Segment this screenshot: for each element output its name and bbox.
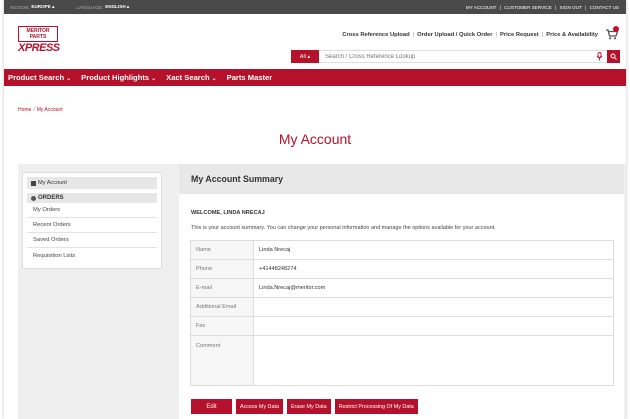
row-value <box>253 335 614 386</box>
breadcrumb-my-account[interactable]: My Account <box>37 107 63 113</box>
separator: / <box>33 107 35 113</box>
chevron-down-icon: ⌄ <box>66 76 72 82</box>
cross-reference-upload-link[interactable]: Cross Reference Upload <box>342 32 409 38</box>
account-links: MY ACCOUNT | CUSTOMER SERVICE | SIGN OUT… <box>465 5 620 10</box>
search-input[interactable] <box>319 50 591 63</box>
logo-top-text: MERITOR PARTS <box>18 26 58 42</box>
xpress-logo[interactable]: MERITOR PARTS XPRESS <box>18 26 60 56</box>
table-row: Phone +41448248274 <box>190 259 614 279</box>
summary-description: This is your account summary. You can ch… <box>191 225 496 231</box>
row-label: Additional Email <box>190 297 254 317</box>
account-summary-panel: My Account Summary WELCOME, LINDA NRECAJ… <box>179 164 624 419</box>
welcome-message: WELCOME, LINDA NRECAJ <box>191 210 265 216</box>
table-row: Additional Email <box>190 297 614 317</box>
access-my-data-button[interactable]: Access My Data <box>236 399 283 414</box>
customer-service-link[interactable]: CUSTOMER SERVICE <box>504 5 552 10</box>
table-row: Fax <box>190 316 614 336</box>
contact-us-link[interactable]: CONTACT US <box>590 5 619 10</box>
edit-button[interactable]: Edit <box>191 399 232 414</box>
search-button[interactable] <box>607 50 620 63</box>
separator: | <box>412 32 415 38</box>
table-row: E-mail Linda.Nrecaj@meritor.com <box>190 278 614 298</box>
chevron-down-icon: ⌄ <box>211 76 217 82</box>
language-selector[interactable]: ENGLISH ▴ <box>105 4 129 10</box>
account-sidebar: My Account ORDERS My Orders Recent Order… <box>22 172 162 269</box>
breadcrumb-home[interactable]: Home <box>18 107 31 113</box>
search-icon <box>610 53 617 60</box>
sidebar-item-saved-orders[interactable]: Saved Orders <box>27 233 157 248</box>
region-label: REGION: <box>10 4 30 10</box>
row-label: Fax <box>190 316 254 336</box>
account-actions: Edit Access My Data Erase My Data Restri… <box>191 399 422 414</box>
minus-circle-icon <box>31 195 36 201</box>
page-title: My Account <box>278 131 352 147</box>
price-availability-link[interactable]: Price & Availability <box>546 32 598 38</box>
price-request-link[interactable]: Price Request <box>500 32 539 38</box>
table-row: Name Linda Nrecaj <box>190 240 614 260</box>
chevron-down-icon: ⌄ <box>151 76 157 82</box>
row-value: Linda Nrecaj <box>253 240 614 260</box>
nav-parts-master[interactable]: Parts Master <box>227 73 273 82</box>
row-label: Name <box>190 240 254 260</box>
sidebar-item-recent-orders[interactable]: Recent Orders <box>27 218 157 233</box>
sidebar-header[interactable]: My Account <box>27 177 157 189</box>
panel-title: My Account Summary <box>179 164 624 194</box>
order-upload-link[interactable]: Order Upload / Quick Order <box>417 32 492 38</box>
my-account-link[interactable]: MY ACCOUNT <box>466 5 497 10</box>
row-value: Linda.Nrecaj@meritor.com <box>253 278 614 298</box>
breadcrumb: Home / My Account <box>18 107 63 113</box>
sidebar-section-orders[interactable]: ORDERS <box>27 193 157 203</box>
separator: | <box>541 32 544 38</box>
menu-square-icon <box>31 180 36 186</box>
separator: | <box>585 4 587 10</box>
row-label: Phone <box>190 259 254 279</box>
row-value <box>253 316 614 336</box>
separator: | <box>499 4 501 10</box>
row-label: E-mail <box>190 278 254 298</box>
erase-my-data-button[interactable]: Erase My Data <box>286 399 331 414</box>
search-scope-dropdown[interactable]: All ▴ <box>291 50 319 63</box>
sign-out-link[interactable]: SIGN OUT <box>560 5 582 10</box>
sidebar-item-requisition-lists[interactable]: Requisition Lists <box>27 248 157 263</box>
nav-product-search[interactable]: Product Search ⌄ <box>8 73 71 82</box>
language-label: LANGUAGE: <box>76 4 104 10</box>
microphone-icon[interactable] <box>591 50 607 63</box>
logo-main-text: XPRESS <box>18 42 60 54</box>
row-value: +41448248274 <box>253 259 614 279</box>
browser-page: REGION: EUROPE ▴ LANGUAGE: ENGLISH ▴ MY … <box>4 0 626 419</box>
account-details-table: Name Linda Nrecaj Phone +41448248274 E-mai… <box>190 240 614 386</box>
restrict-processing-button[interactable]: Restrict Processing Of My Data <box>334 399 418 414</box>
main-navigation: Product Search ⌄ Product Highlights ⌄ Xact… <box>4 69 626 86</box>
search-bar: All ▴ <box>291 50 620 63</box>
utility-bar: REGION: EUROPE ▴ LANGUAGE: ENGLISH ▴ MY … <box>4 0 626 14</box>
nav-xact-search[interactable]: Xact Search ⌄ <box>166 73 217 82</box>
row-label: Comment <box>190 335 254 386</box>
row-value <box>253 297 614 317</box>
site-header: MERITOR PARTS XPRESS Cross Reference Upl… <box>4 14 626 69</box>
separator: | <box>555 4 557 10</box>
cart-icon[interactable] <box>605 26 619 41</box>
separator: | <box>495 32 498 38</box>
cart-count-badge <box>613 26 619 32</box>
table-row: Comment <box>190 335 614 386</box>
nav-product-highlights[interactable]: Product Highlights ⌄ <box>81 73 156 82</box>
quick-links: Cross Reference Upload | Order Upload / Qu… <box>342 32 598 38</box>
region-selector[interactable]: EUROPE ▴ <box>31 4 54 10</box>
sidebar-item-my-orders[interactable]: My Orders <box>27 203 157 218</box>
